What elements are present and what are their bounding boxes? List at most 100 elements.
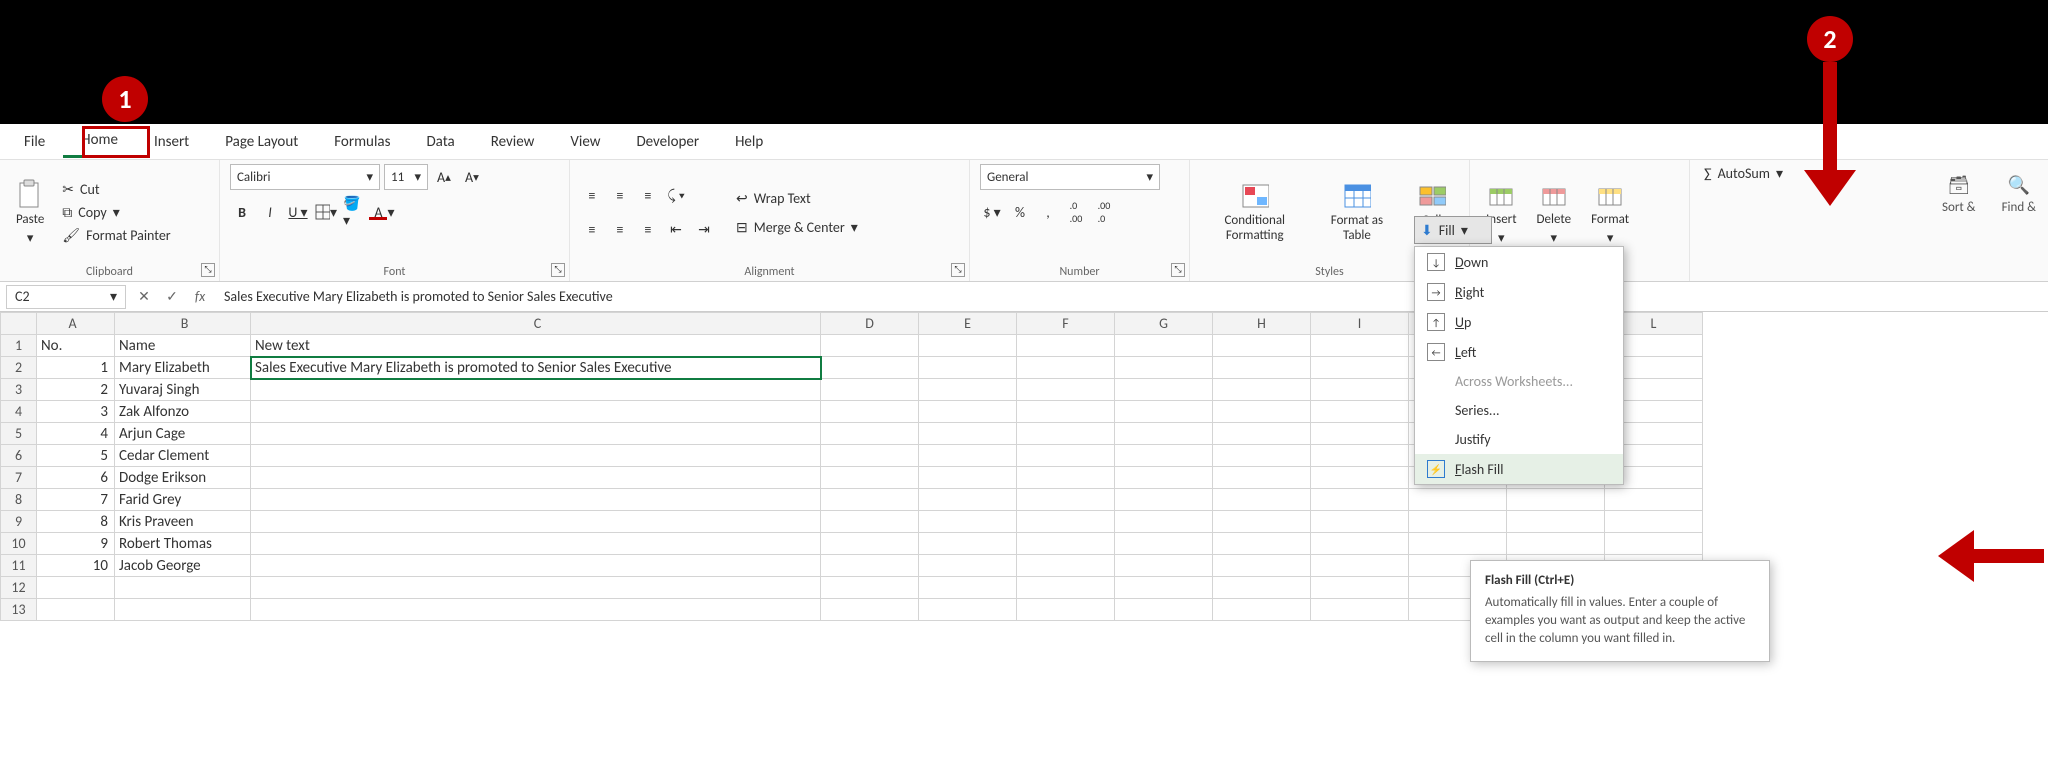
alignment-dialog-launcher[interactable]: ⤡ [951,263,965,277]
tab-page-layout[interactable]: Page Layout [207,127,316,157]
col-header-B[interactable]: B [115,313,251,335]
clipboard-dialog-launcher[interactable]: ⤡ [201,263,215,277]
bold-button[interactable]: B [230,200,254,224]
cell-C8[interactable] [251,489,821,511]
tab-home[interactable]: Home [63,125,136,158]
align-right-button[interactable]: ≡ [636,218,660,242]
decrease-font-button[interactable]: A▾ [460,165,484,189]
enter-formula-button[interactable]: ✓ [158,285,186,309]
insert-function-button[interactable]: fx [186,285,214,309]
decrease-decimal-button[interactable]: .00.0 [1092,200,1116,224]
cell-A11[interactable]: 10 [37,555,115,577]
italic-button[interactable]: I [258,200,282,224]
row-header-9[interactable]: 9 [1,511,37,533]
accounting-format-button[interactable]: $ ▾ [980,200,1004,224]
borders-button[interactable]: ▾ [314,200,338,224]
find-select-button[interactable]: 🔍 Find & [1996,172,2042,217]
cell-B5[interactable]: Arjun Cage [115,423,251,445]
cut-button[interactable]: ✂ Cut [58,180,174,199]
row-header-2[interactable]: 2 [1,357,37,379]
align-center-button[interactable]: ≡ [608,218,632,242]
cell-A1[interactable]: No. [37,335,115,357]
fill-right-item[interactable]: → Right [1415,277,1623,307]
cell-A10[interactable]: 9 [37,533,115,555]
row-header-10[interactable]: 10 [1,533,37,555]
cancel-formula-button[interactable]: ✕ [130,285,158,309]
tab-formulas[interactable]: Formulas [316,127,408,157]
row-header-11[interactable]: 11 [1,555,37,577]
tab-insert[interactable]: Insert [136,127,207,157]
format-cells-button[interactable]: Format▾ [1585,178,1635,248]
percent-button[interactable]: % [1008,200,1032,224]
cell-F2[interactable] [1017,357,1115,379]
cell-C7[interactable] [251,467,821,489]
orientation-button[interactable]: ⤹ ▾ [664,184,688,208]
row-header-4[interactable]: 4 [1,401,37,423]
cell-E1[interactable] [919,335,1017,357]
row-header-12[interactable]: 12 [1,577,37,599]
fill-justify-item[interactable]: Justify [1415,425,1623,454]
align-bottom-button[interactable]: ≡ [636,184,660,208]
cell-C9[interactable] [251,511,821,533]
increase-font-button[interactable]: A▴ [432,165,456,189]
col-header-F[interactable]: F [1017,313,1115,335]
tab-data[interactable]: Data [408,127,472,157]
align-left-button[interactable]: ≡ [580,218,604,242]
merge-center-button[interactable]: ⊟ Merge & Center ▾ [732,218,862,237]
number-dialog-launcher[interactable]: ⤡ [1171,263,1185,277]
fill-flash-fill-item[interactable]: ⚡ Flash Fill [1415,454,1623,484]
cell-C6[interactable] [251,445,821,467]
cell-F1[interactable] [1017,335,1115,357]
col-header-D[interactable]: D [821,313,919,335]
autosum-button[interactable]: ∑ AutoSum ▾ [1700,164,1787,183]
row-header-1[interactable]: 1 [1,335,37,357]
col-header-G[interactable]: G [1115,313,1213,335]
name-box[interactable]: C2 ▾ [6,285,126,309]
cell-C10[interactable] [251,533,821,555]
wrap-text-button[interactable]: ↩ Wrap Text [732,189,862,208]
cell-B9[interactable]: Kris Praveen [115,511,251,533]
cell-A7[interactable]: 6 [37,467,115,489]
cell-B1[interactable]: Name [115,335,251,357]
col-header-H[interactable]: H [1213,313,1311,335]
paste-button[interactable]: Paste ▾ [10,178,50,248]
cell-B10[interactable]: Robert Thomas [115,533,251,555]
cell-H2[interactable] [1213,357,1311,379]
tab-developer[interactable]: Developer [618,127,717,157]
formula-input[interactable]: Sales Executive Mary Elizabeth is promot… [214,288,2048,305]
fill-series-item[interactable]: Series... [1415,396,1623,425]
format-painter-button[interactable]: 🖌 Format Painter [58,226,174,245]
font-size-select[interactable]: 11 ▾ [384,164,428,190]
cell-A6[interactable]: 5 [37,445,115,467]
cell-A8[interactable]: 7 [37,489,115,511]
increase-decimal-button[interactable]: .0.00 [1064,200,1088,224]
cell-B11[interactable]: Jacob George [115,555,251,577]
cell-B2[interactable]: Mary Elizabeth [115,357,251,379]
tab-help[interactable]: Help [717,127,781,157]
conditional-formatting-button[interactable]: Conditional Formatting [1200,180,1310,245]
cell-B8[interactable]: Farid Grey [115,489,251,511]
tab-file[interactable]: File [6,127,63,157]
copy-button[interactable]: ⧉ Copy ▾ [58,203,174,222]
sort-filter-button[interactable]: 🗃 Sort & [1936,172,1982,217]
cell-A4[interactable]: 3 [37,401,115,423]
underline-button[interactable]: U ▾ [286,200,310,224]
col-header-E[interactable]: E [919,313,1017,335]
font-dialog-launcher[interactable]: ⤡ [551,263,565,277]
cell-C1[interactable]: New text [251,335,821,357]
fill-color-button[interactable]: 🪣 ▾ [342,200,366,224]
cell-C5[interactable] [251,423,821,445]
cell-C11[interactable] [251,555,821,577]
row-header-5[interactable]: 5 [1,423,37,445]
cell-C4[interactable] [251,401,821,423]
cell-A3[interactable]: 2 [37,379,115,401]
cell-G1[interactable] [1115,335,1213,357]
cell-B7[interactable]: Dodge Erikson [115,467,251,489]
font-name-select[interactable]: Calibri ▾ [230,164,380,190]
increase-indent-button[interactable]: ⇥ [692,218,716,242]
font-color-button[interactable]: A ▾ [370,200,394,224]
col-header-A[interactable]: A [37,313,115,335]
cell-B6[interactable]: Cedar Clement [115,445,251,467]
cell-B3[interactable]: Yuvaraj Singh [115,379,251,401]
fill-left-item[interactable]: ← Left [1415,337,1623,367]
